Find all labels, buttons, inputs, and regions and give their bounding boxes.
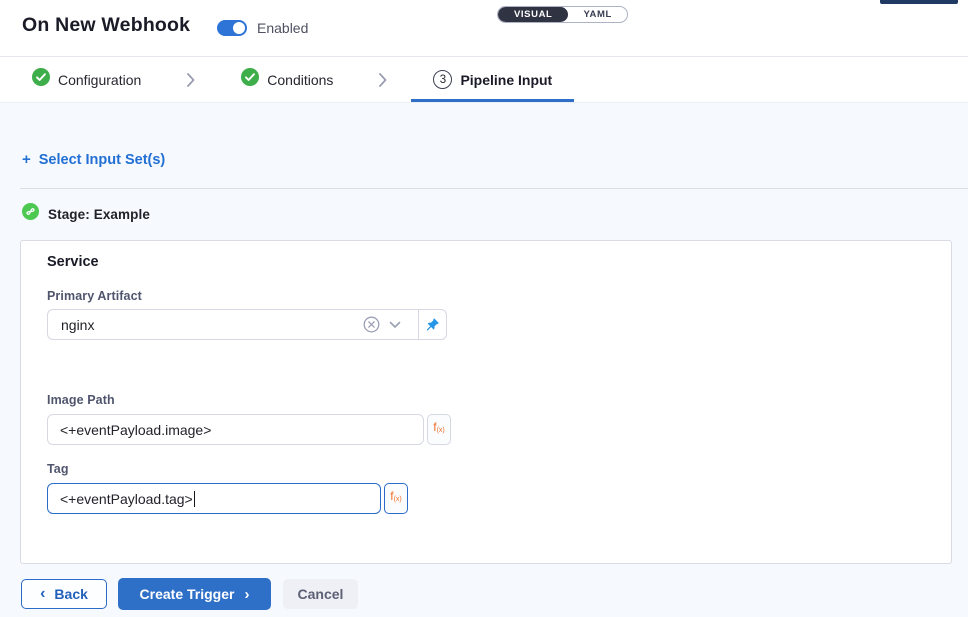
chevron-down-icon[interactable] xyxy=(389,321,401,329)
page-header: On New Webhook Enabled VISUAL YAML xyxy=(0,0,968,57)
fx-sub-icon: (x) xyxy=(394,496,402,503)
chevron-right-icon xyxy=(378,72,388,88)
tab-pipeline-input[interactable]: 3 Pipeline Input xyxy=(411,57,574,102)
primary-artifact-label: Primary Artifact xyxy=(47,289,142,303)
mode-yaml-button[interactable]: YAML xyxy=(568,7,626,22)
pin-artifact-button[interactable] xyxy=(418,310,446,339)
pipeline-input-panel: + Select Input Set(s) Stage: Example Ser… xyxy=(0,103,968,617)
expression-fx-button[interactable]: f(x) xyxy=(427,414,451,445)
stage-label: Stage: Example xyxy=(48,207,150,222)
chevron-left-icon: ‹ xyxy=(40,585,45,603)
create-trigger-label: Create Trigger xyxy=(140,586,235,602)
primary-artifact-input[interactable] xyxy=(61,317,363,333)
tab-conditions[interactable]: Conditions xyxy=(241,57,333,102)
tag-field: <+eventPayload.tag> f(x) xyxy=(47,483,408,514)
step-number-badge: 3 xyxy=(433,70,452,89)
expression-fx-button[interactable]: f(x) xyxy=(384,483,408,514)
primary-artifact-value-area xyxy=(48,310,418,339)
select-input-sets-label: Select Input Set(s) xyxy=(39,152,166,168)
enabled-label: Enabled xyxy=(257,20,308,36)
image-path-field: f(x) xyxy=(47,414,451,445)
image-path-label: Image Path xyxy=(47,393,115,407)
back-button-label: Back xyxy=(54,586,87,602)
back-button[interactable]: ‹ Back xyxy=(21,579,107,609)
service-card: Service Primary Artifact Image Path xyxy=(20,240,952,564)
primary-artifact-select xyxy=(47,309,447,340)
mode-visual-button[interactable]: VISUAL xyxy=(498,7,568,22)
chevron-right-icon: › xyxy=(244,586,249,603)
tag-label: Tag xyxy=(47,462,69,476)
create-trigger-button[interactable]: Create Trigger › xyxy=(118,578,271,610)
wizard-tabbar: Configuration Conditions 3 Pipeline Inpu… xyxy=(0,57,968,103)
enabled-toggle[interactable] xyxy=(217,20,247,36)
page-title: On New Webhook xyxy=(22,14,190,37)
visual-yaml-switch: VISUAL YAML xyxy=(497,6,628,23)
plus-icon: + xyxy=(22,151,31,168)
service-section-title: Service xyxy=(47,254,99,270)
tag-input[interactable]: <+eventPayload.tag> xyxy=(47,483,381,514)
clear-selection-icon[interactable] xyxy=(363,316,380,333)
tab-label-configuration: Configuration xyxy=(58,72,141,88)
cd-stage-icon xyxy=(22,203,39,225)
tab-label-pipeline-input: Pipeline Input xyxy=(460,72,552,88)
check-circle-icon xyxy=(32,68,50,91)
pin-icon xyxy=(425,317,440,332)
stage-header: Stage: Example xyxy=(22,203,150,225)
tag-input-value: <+eventPayload.tag> xyxy=(60,491,193,507)
tab-configuration[interactable]: Configuration xyxy=(32,57,141,102)
cutoff-top-button[interactable] xyxy=(880,0,958,4)
image-path-input[interactable] xyxy=(47,414,424,445)
text-caret xyxy=(194,491,195,507)
tab-label-conditions: Conditions xyxy=(267,72,333,88)
toggle-knob xyxy=(233,22,245,34)
trigger-wizard-page: On New Webhook Enabled VISUAL YAML Confi… xyxy=(0,0,968,617)
fx-sub-icon: (x) xyxy=(437,427,445,434)
chevron-right-icon xyxy=(186,72,196,88)
cancel-button-label: Cancel xyxy=(298,586,344,602)
select-input-sets-link[interactable]: + Select Input Set(s) xyxy=(22,151,165,168)
check-circle-icon xyxy=(241,68,259,91)
cancel-button[interactable]: Cancel xyxy=(283,579,358,609)
section-divider xyxy=(20,188,968,189)
